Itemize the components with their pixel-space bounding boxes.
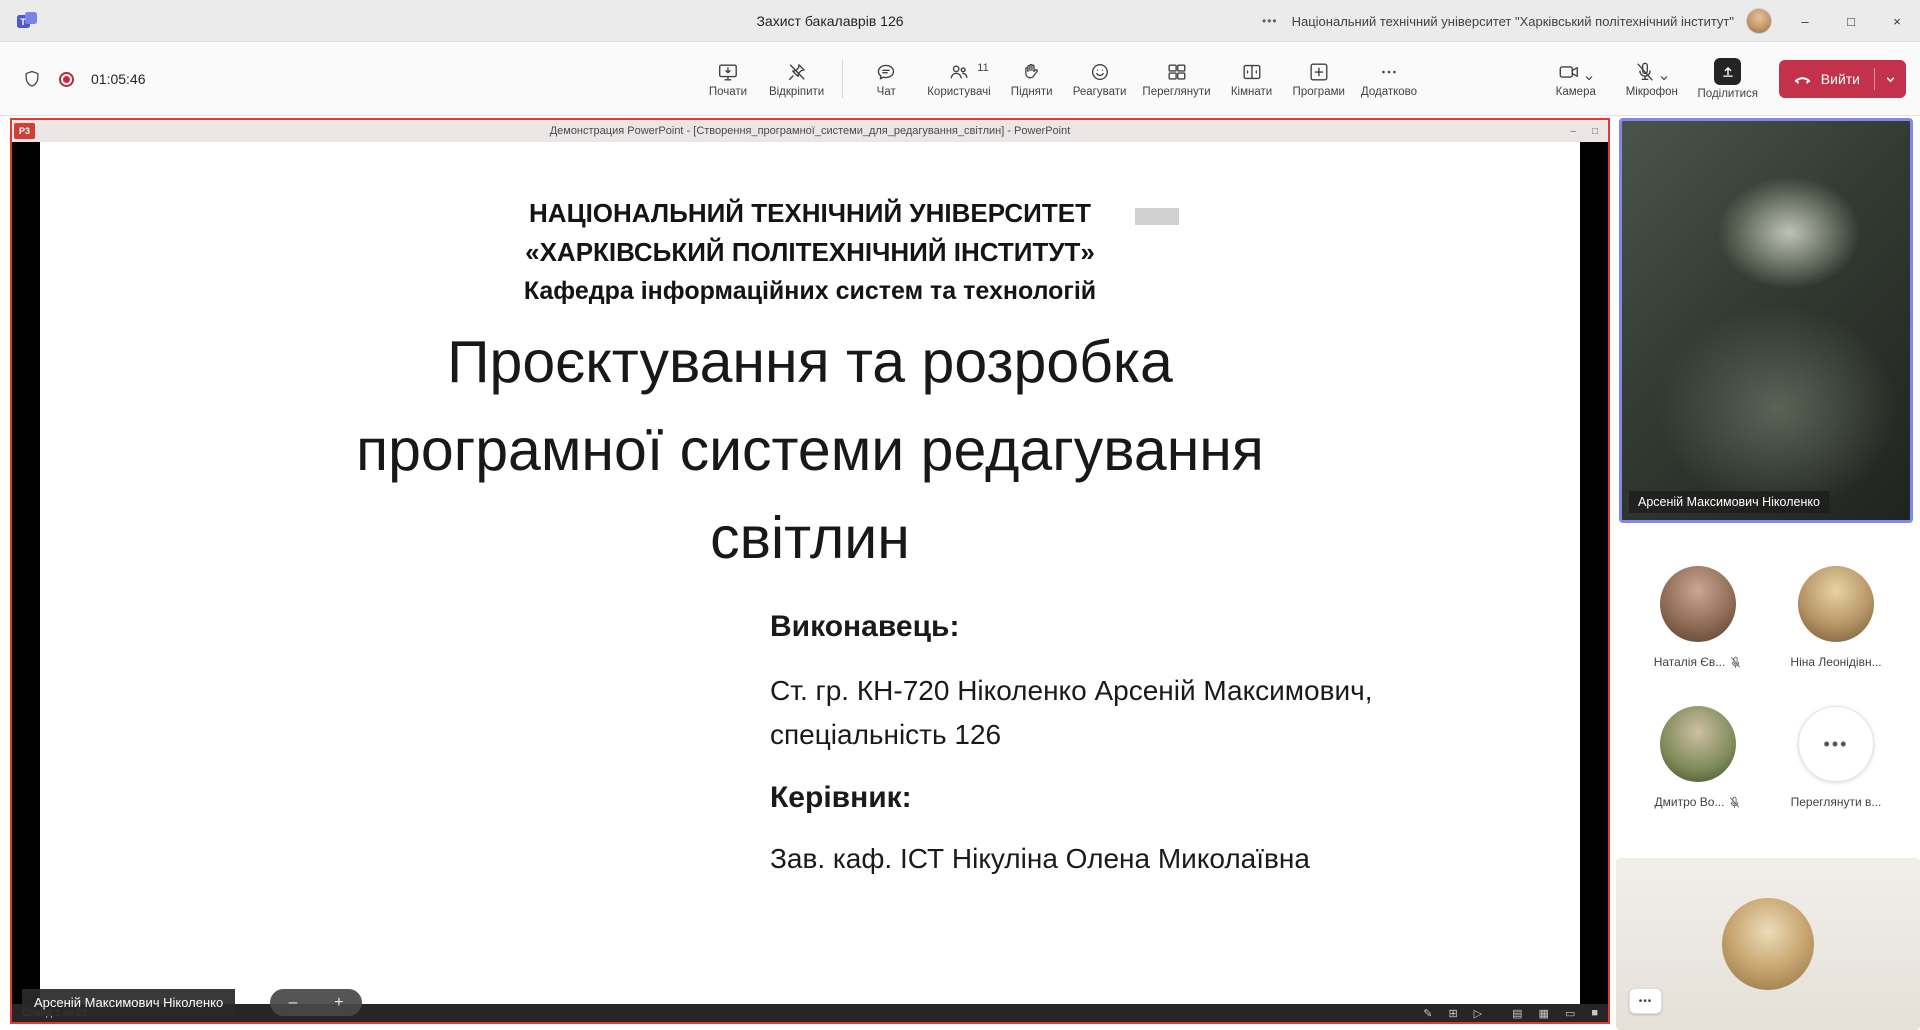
apps-plus-icon bbox=[1308, 61, 1330, 83]
leave-label: Вийти bbox=[1821, 71, 1860, 87]
microphone-muted-icon bbox=[1634, 61, 1656, 83]
advance-slide-icon[interactable]: ▷ bbox=[1474, 1007, 1482, 1020]
participant-tile[interactable]: Наталія Єв... bbox=[1628, 566, 1768, 669]
avatar bbox=[1660, 706, 1736, 782]
microphone-button[interactable]: Мікрофон bbox=[1619, 61, 1685, 98]
window-titlebar: T Захист бакалаврів 126 ••• Національний… bbox=[0, 0, 1920, 42]
recording-indicator-icon bbox=[59, 72, 74, 87]
avatar bbox=[1660, 566, 1736, 642]
department-name: Кафедра інформаційних систем та технолог… bbox=[40, 272, 1580, 311]
monitor-start-icon bbox=[717, 61, 739, 83]
mic-muted-icon bbox=[1729, 656, 1742, 669]
zoom-in-button[interactable]: + bbox=[334, 995, 343, 1011]
institute-name: «ХАРКІВСЬКИЙ ПОЛІТЕХНІЧНИЙ ІНСТИТУТ» bbox=[40, 233, 1580, 272]
avatar bbox=[1798, 566, 1874, 642]
user-avatar[interactable] bbox=[1746, 8, 1772, 34]
meeting-org-name[interactable]: Національний технічний університет "Харк… bbox=[1292, 14, 1734, 29]
svg-text:T: T bbox=[20, 17, 26, 27]
ppt-maximize-icon[interactable]: □ bbox=[1592, 126, 1598, 137]
all-slides-icon[interactable]: ⊞ bbox=[1448, 1007, 1457, 1020]
presenter-video-nametag: Арсеній Максимович Ніколенко bbox=[1629, 491, 1829, 513]
avatar bbox=[1722, 898, 1814, 990]
more-dots-icon bbox=[1378, 61, 1400, 83]
share-screen-icon bbox=[1714, 58, 1741, 85]
presenter-name-overlay: Арсеній Максимович Ніколенко bbox=[22, 989, 235, 1016]
mic-muted-icon bbox=[1728, 796, 1741, 809]
slideshow-area: НАЦІОНАЛЬНИЙ ТЕХНІЧНИЙ УНІВЕРСИТЕТ «ХАРК… bbox=[12, 142, 1608, 1004]
zoom-out-button[interactable]: – bbox=[288, 995, 297, 1011]
tile-more-button[interactable]: ••• bbox=[1629, 988, 1662, 1014]
close-button[interactable]: × bbox=[1874, 0, 1920, 42]
more-participants-icon[interactable]: ••• bbox=[1798, 706, 1874, 782]
screen-artifact bbox=[1135, 208, 1179, 225]
hang-up-icon bbox=[1793, 71, 1812, 87]
ppt-minimize-icon[interactable]: – bbox=[1570, 126, 1576, 137]
teams-logo-icon: T bbox=[16, 10, 38, 32]
bottom-video-tile[interactable]: ••• bbox=[1616, 858, 1920, 1030]
participants-sidebar: Арсеній Максимович Ніколенко Наталія Єв.… bbox=[1616, 118, 1920, 1030]
chat-button[interactable]: Чат bbox=[855, 56, 917, 103]
notes-view-icon[interactable]: ▤ bbox=[1512, 1007, 1522, 1020]
minimize-button[interactable]: – bbox=[1782, 0, 1828, 42]
executor-label: Виконавець: bbox=[770, 610, 959, 644]
zoom-control: – + bbox=[270, 989, 362, 1016]
raise-hand-icon bbox=[1021, 61, 1043, 83]
slide-title: Проєктування та розробка програмної сист… bbox=[40, 318, 1580, 582]
executor-line-1: Ст. гр. КН-720 Ніколенко Арсеній Максимо… bbox=[770, 675, 1373, 707]
supervisor-label: Керівник: bbox=[770, 781, 912, 815]
people-button[interactable]: 11 Користувачі bbox=[921, 56, 996, 103]
breakout-rooms-icon bbox=[1241, 61, 1263, 83]
raise-hand-button[interactable]: Підняти bbox=[1001, 56, 1063, 103]
camera-button[interactable]: Камера bbox=[1543, 61, 1609, 98]
leave-options-chevron[interactable] bbox=[1875, 74, 1906, 85]
view-more-participants-tile[interactable]: ••• Переглянути в... bbox=[1766, 706, 1906, 809]
chevron-down-icon[interactable] bbox=[1584, 73, 1594, 83]
chevron-down-icon[interactable] bbox=[1659, 73, 1669, 83]
view-button[interactable]: Переглянути bbox=[1136, 56, 1216, 103]
unpin-button[interactable]: Відкріпити bbox=[763, 56, 830, 103]
toolbar-divider bbox=[842, 60, 843, 98]
shield-icon bbox=[22, 69, 42, 89]
people-icon bbox=[948, 61, 970, 83]
rooms-button[interactable]: Кімнати bbox=[1221, 56, 1283, 103]
grid-view-icon[interactable]: ▦ bbox=[1539, 1007, 1549, 1020]
apps-button[interactable]: Програми bbox=[1287, 56, 1351, 103]
participant-tile[interactable]: Ніна Леонідівн... bbox=[1766, 566, 1906, 669]
presenter-video-tile[interactable]: Арсеній Максимович Ніколенко bbox=[1619, 118, 1913, 523]
unpin-icon bbox=[786, 61, 808, 83]
executor-line-2: спеціальність 126 bbox=[770, 719, 1001, 751]
react-button[interactable]: Реагувати bbox=[1067, 56, 1133, 103]
meeting-timer: 01:05:46 bbox=[91, 71, 146, 87]
annotate-icon[interactable]: ✎ bbox=[1423, 1007, 1432, 1020]
slide-1: НАЦІОНАЛЬНИЙ ТЕХНІЧНИЙ УНІВЕРСИТЕТ «ХАРК… bbox=[40, 142, 1580, 1004]
participant-tile[interactable]: Дмитро Во... bbox=[1628, 706, 1768, 809]
powerpoint-window-title: Демонстрация PowerPoint - [Створення_про… bbox=[550, 125, 1071, 137]
teams-meeting-window: T Захист бакалаврів 126 ••• Національний… bbox=[0, 0, 1920, 1030]
more-button[interactable]: Додатково bbox=[1355, 56, 1423, 103]
powerpoint-statusbar: Слайд 1 из 23 ✎ ⊞ ▷ ▤ ▦ ▭ ■ bbox=[12, 1004, 1608, 1022]
start-button[interactable]: Почати bbox=[697, 56, 759, 103]
chat-icon bbox=[875, 61, 897, 83]
supervisor-line: Зав. каф. ІСТ Нікуліна Олена Миколаївна bbox=[770, 843, 1310, 875]
maximize-button[interactable]: □ bbox=[1828, 0, 1874, 42]
leave-button[interactable]: Вийти bbox=[1779, 60, 1906, 98]
share-screen-button[interactable]: Поділитися bbox=[1695, 58, 1761, 100]
titlebar-more-icon[interactable]: ••• bbox=[1248, 14, 1292, 28]
participant-count-badge: 11 bbox=[977, 62, 988, 74]
powerpoint-app-icon: P3 bbox=[14, 123, 35, 139]
gallery-grid-icon bbox=[1165, 61, 1187, 83]
smiley-icon bbox=[1089, 61, 1111, 83]
camera-icon bbox=[1557, 61, 1581, 83]
meeting-title: Захист бакалаврів 126 bbox=[756, 0, 903, 42]
reading-view-icon[interactable]: ▭ bbox=[1565, 1007, 1575, 1020]
powerpoint-titlebar: P3 Демонстрация PowerPoint - [Створення_… bbox=[12, 120, 1608, 142]
university-name: НАЦІОНАЛЬНИЙ ТЕХНІЧНИЙ УНІВЕРСИТЕТ bbox=[40, 194, 1580, 233]
shared-screen-stage: P3 Демонстрация PowerPoint - [Створення_… bbox=[10, 118, 1610, 1024]
slideshow-view-icon[interactable]: ■ bbox=[1591, 1007, 1598, 1020]
meeting-toolbar: 01:05:46 Почати Відкріпити bbox=[0, 42, 1920, 116]
